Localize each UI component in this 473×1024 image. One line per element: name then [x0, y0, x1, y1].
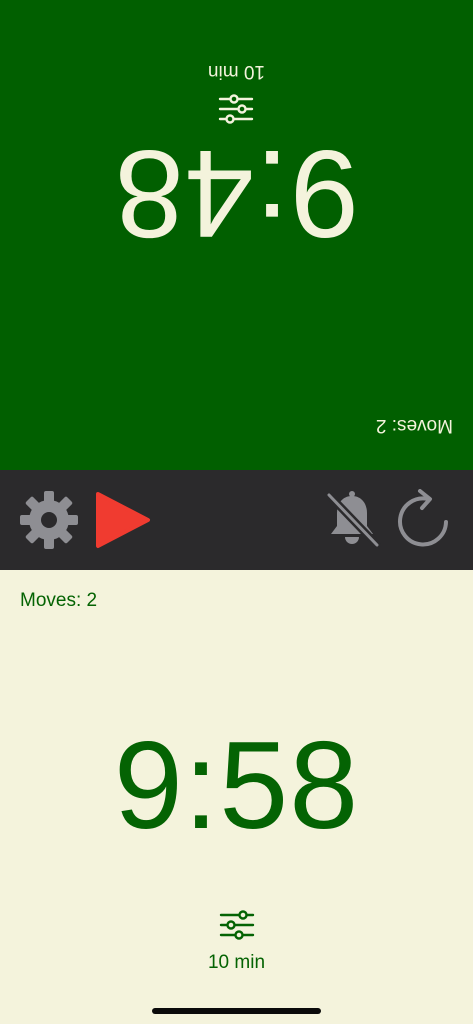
control-toolbar: [0, 470, 473, 570]
settings-button[interactable]: [17, 488, 81, 552]
reset-icon: [398, 489, 448, 547]
gear-icon: [20, 491, 78, 549]
sliders-icon[interactable]: [219, 94, 255, 124]
top-time-control: 10 min: [0, 60, 473, 124]
bottom-time-control-label: 10 min: [207, 952, 266, 973]
sliders-icon[interactable]: [219, 910, 255, 940]
top-time-control-label: 10 min: [207, 61, 266, 82]
home-indicator[interactable]: [152, 1008, 321, 1014]
bottom-moves-counter: Moves: 2: [20, 590, 98, 611]
bell-slash-icon: [325, 491, 381, 549]
bottom-clock-display: 9:58: [113, 717, 360, 855]
bottom-time-control: 10 min: [0, 910, 473, 974]
top-player-content: Moves: 2 9:48 10 min: [0, 0, 473, 470]
mute-button[interactable]: [320, 488, 384, 552]
bottom-player-panel[interactable]: Moves: 2 9:58 10 min: [0, 570, 473, 1024]
chess-clock-app: Moves: 2 9:48 10 min Moves: 2 9:58 10 mi…: [0, 0, 473, 1024]
play-icon: [96, 492, 150, 548]
top-player-panel[interactable]: Moves: 2 9:48 10 min: [0, 0, 473, 470]
top-clock-display: 9:48: [113, 124, 360, 262]
reset-button[interactable]: [392, 488, 456, 552]
play-button[interactable]: [90, 488, 154, 552]
top-moves-counter: Moves: 2: [375, 415, 453, 436]
